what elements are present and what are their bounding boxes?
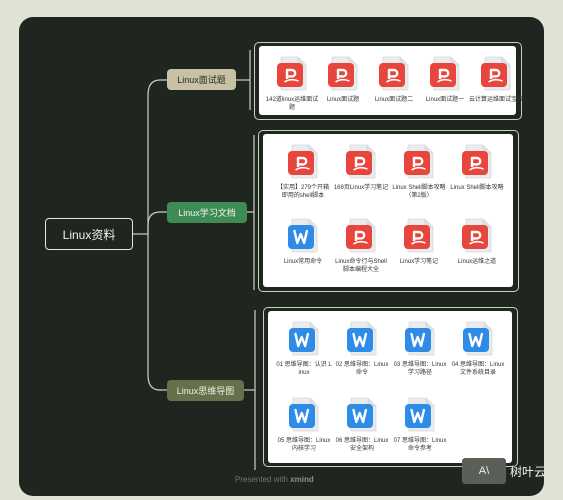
file-item[interactable]: 03 思维导图：Linux 学习路径 [392, 319, 448, 377]
file-name: 【实用】279个开箱即用的shell脚本 [276, 185, 329, 199]
topic-label: Linux面试题 [177, 75, 226, 85]
presented-with-footer: Presented with xmind [235, 475, 314, 484]
file-item[interactable]: Linux面试题 [315, 54, 371, 104]
word-file-icon [285, 395, 323, 433]
watermark: A\ 树叶云 [462, 458, 546, 484]
topic-label: Linux思维导图 [176, 386, 235, 396]
word-file-icon [459, 319, 497, 357]
footer-prefix: Presented with [235, 475, 288, 484]
pdf-file-icon [458, 142, 496, 180]
topic-label: Linux学习文档 [178, 208, 236, 218]
file-name: Linux Shell脚本攻略 [450, 185, 504, 191]
file-name: 05 思维导图：Linux 内核学习 [277, 438, 331, 452]
file-item[interactable]: 01 思维导图：认识 Linux [276, 319, 332, 377]
file-name: Linux面试题 [326, 97, 360, 103]
word-file-icon [343, 319, 381, 357]
watermark-text: 树叶云 [510, 464, 547, 479]
pdf-file-icon [400, 142, 438, 180]
word-file-icon [284, 216, 322, 254]
word-file-icon [285, 319, 323, 357]
file-item[interactable]: 04 思维导图：Linux 文件系统目录 [450, 319, 506, 377]
word-file-icon [401, 319, 439, 357]
topic-study-docs[interactable]: Linux学习文档 [167, 202, 247, 223]
file-name: 03 思维导图：Linux 学习路径 [393, 362, 447, 376]
file-item[interactable]: Linux常用命令 [275, 216, 331, 266]
file-item[interactable]: 142道linux运维面试题 [264, 54, 320, 112]
file-name: 142道linux运维面试题 [265, 97, 319, 111]
pdf-file-icon [400, 216, 438, 254]
pdf-file-icon [458, 216, 496, 254]
attachments-panel-mindmaps: 01 思维导图：认识 Linux 02 思维导图：Linux 命令 03 思维导… [268, 311, 512, 463]
topic-interview-questions[interactable]: Linux面试题 [167, 69, 236, 90]
file-name: 云计算运维面试宝典 [468, 97, 523, 103]
word-file-icon [343, 395, 381, 433]
pdf-file-icon [342, 142, 380, 180]
file-name: 07 思维导图：Linux 命令参考 [393, 438, 447, 452]
file-name: Linux面试题一 [425, 97, 465, 103]
pdf-file-icon [342, 216, 380, 254]
file-item[interactable]: Linux Shell脚本攻略（第2版） [391, 142, 447, 200]
file-item[interactable]: Linux Shell脚本攻略 [449, 142, 505, 192]
file-name: Linux面试题二 [374, 97, 414, 103]
pdf-file-icon [477, 54, 515, 92]
file-item[interactable]: Linux面试题二 [366, 54, 422, 104]
root-topic-label: Linux资料 [62, 227, 116, 242]
pdf-file-icon [273, 54, 311, 92]
pdf-file-icon [284, 142, 322, 180]
file-name: Linux常用命令 [283, 259, 323, 265]
attachments-panel-study: 【实用】279个开箱即用的shell脚本 168页Linux学习笔记 Linux… [263, 134, 513, 287]
xmind-brand: xmind [290, 475, 314, 484]
file-item[interactable]: 云计算运维面试宝典 [468, 54, 524, 104]
root-topic[interactable]: Linux资料 [45, 218, 133, 250]
file-item[interactable]: 07 思维导图：Linux 命令参考 [392, 395, 448, 453]
file-item[interactable]: 05 思维导图：Linux 内核学习 [276, 395, 332, 453]
file-item[interactable]: 168页Linux学习笔记 [333, 142, 389, 192]
file-name: 02 思维导图：Linux 命令 [335, 362, 389, 376]
file-item[interactable]: 【实用】279个开箱即用的shell脚本 [275, 142, 331, 200]
file-name: Linux命令行与Shell脚本编程大全 [335, 259, 387, 273]
pdf-file-icon [324, 54, 362, 92]
word-file-icon [401, 395, 439, 433]
attachments-panel-interview: 142道linux运维面试题 Linux面试题 Linux面试题二 Linux面… [259, 46, 523, 115]
file-item[interactable]: Linux学习笔记 [391, 216, 447, 266]
file-item[interactable]: Linux面试题一 [417, 54, 473, 104]
file-item[interactable]: 06 思维导图：Linux 安全架构 [334, 395, 390, 453]
pdf-file-icon [426, 54, 464, 92]
watermark-logo: A\ [462, 458, 506, 484]
file-item[interactable]: Linux命令行与Shell脚本编程大全 [333, 216, 389, 274]
file-name: 04 思维导图：Linux 文件系统目录 [451, 362, 505, 376]
topic-mind-maps[interactable]: Linux思维导图 [167, 380, 244, 401]
file-name: 06 思维导图：Linux 安全架构 [335, 438, 389, 452]
pdf-file-icon [375, 54, 413, 92]
file-name: Linux Shell脚本攻略（第2版） [392, 185, 446, 199]
file-name: Linux学习笔记 [399, 259, 439, 265]
file-item[interactable]: Linux运维之道 [449, 216, 505, 266]
file-item[interactable]: 02 思维导图：Linux 命令 [334, 319, 390, 377]
file-name: 01 思维导图：认识 Linux [276, 362, 332, 376]
file-name: 168页Linux学习笔记 [333, 185, 389, 191]
file-name: Linux运维之道 [457, 259, 497, 265]
